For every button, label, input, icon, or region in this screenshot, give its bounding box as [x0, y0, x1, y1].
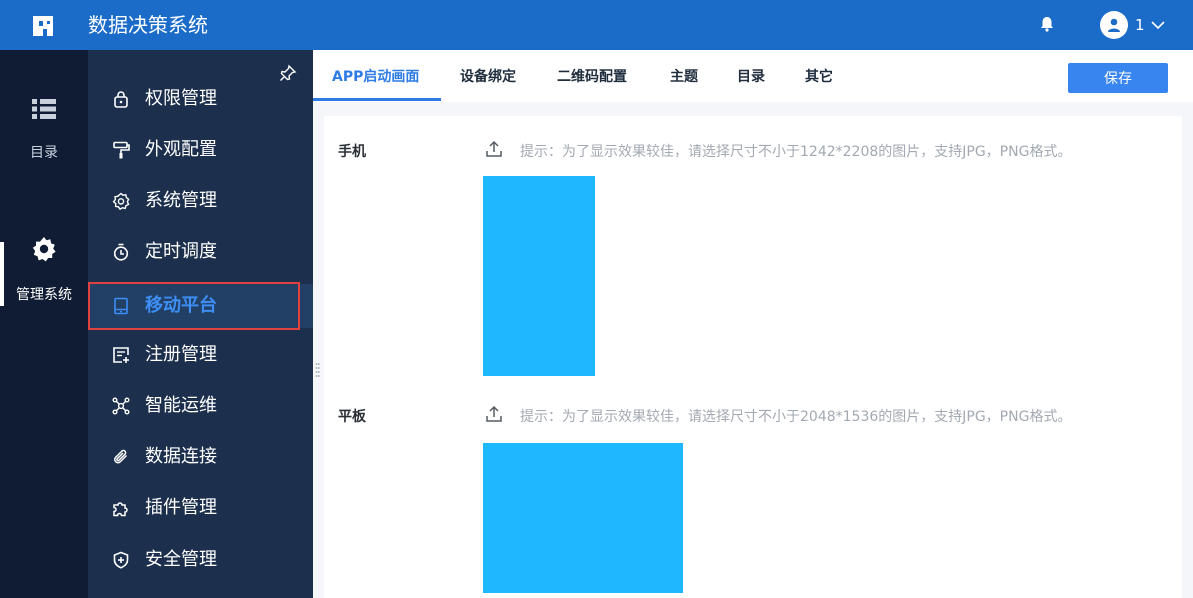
sidebar-item-ops[interactable]: 智能运维 — [88, 384, 313, 428]
user-avatar[interactable] — [1100, 11, 1128, 39]
sidebar-item-label: 外观配置 — [145, 139, 217, 160]
rail-item-catalog[interactable]: 目录 — [0, 98, 88, 162]
sidebar-item-registration[interactable]: 注册管理 — [88, 333, 313, 377]
upload-icon[interactable] — [485, 140, 503, 158]
app-title: 数据决策系统 — [88, 13, 208, 37]
sidebar-item-label: 智能运维 — [145, 395, 217, 416]
sidebar-item-label: 系统管理 — [145, 190, 217, 211]
sidebar-item-label: 插件管理 — [145, 497, 217, 518]
tab-bar: APP启动画面 设备绑定 二维码配置 主题 目录 其它 保存 — [313, 50, 1193, 102]
user-name[interactable]: 1 — [1135, 15, 1145, 35]
bell-icon[interactable] — [1038, 15, 1056, 33]
sidebar-item-label: 权限管理 — [145, 88, 217, 109]
upload-icon[interactable] — [485, 405, 503, 423]
stopwatch-icon — [113, 243, 129, 261]
lock-icon — [114, 91, 128, 108]
rail-item-label: 管理系统 — [16, 287, 72, 303]
save-button[interactable]: 保存 — [1068, 63, 1168, 93]
chevron-down-icon[interactable] — [1150, 17, 1166, 33]
user-icon — [1108, 18, 1120, 32]
sidebar-item-label: 定时调度 — [145, 241, 217, 262]
sidebar-item-appearance[interactable]: 外观配置 — [88, 128, 313, 172]
shield-icon — [113, 551, 129, 569]
selection-highlight-box — [88, 282, 300, 330]
tab-app-launch-screen[interactable]: APP启动画面 — [332, 68, 419, 86]
sidebar-item-scheduler[interactable]: 定时调度 — [88, 230, 313, 274]
sidebar-item-plugins[interactable]: 插件管理 — [88, 486, 313, 530]
tab-device-binding[interactable]: 设备绑定 — [460, 68, 516, 86]
sidebar-item-system[interactable]: 系统管理 — [88, 179, 313, 223]
phone-label: 手机 — [338, 144, 366, 160]
sidebar-item-label: 安全管理 — [145, 549, 217, 570]
paint-roller-icon — [113, 141, 130, 159]
tab-catalog[interactable]: 目录 — [737, 68, 765, 86]
register-icon — [113, 347, 129, 363]
app-logo — [33, 16, 53, 36]
primary-nav: 目录 管理系统 — [0, 50, 88, 598]
tablet-size-hint: 提示：为了显示效果较佳，请选择尺寸不小于2048*1536的图片，支持JPG，P… — [520, 409, 1072, 425]
tab-other[interactable]: 其它 — [805, 68, 833, 86]
top-bar: 数据决策系统 1 — [0, 0, 1193, 50]
rail-item-admin[interactable]: 管理系统 — [0, 236, 88, 304]
sidebar-item-data-connection[interactable]: 数据连接 — [88, 435, 313, 479]
tab-theme[interactable]: 主题 — [670, 68, 698, 86]
sidebar-item-permissions[interactable]: 权限管理 — [88, 77, 313, 121]
settings-icon — [112, 192, 130, 210]
sidebar-item-label: 注册管理 — [145, 344, 217, 365]
tablet-preview-image[interactable] — [483, 443, 683, 593]
rail-item-label: 目录 — [30, 145, 58, 161]
network-icon — [112, 397, 130, 415]
resize-handle[interactable] — [315, 362, 320, 380]
phone-size-hint: 提示：为了显示效果较佳，请选择尺寸不小于1242*2208的图片，支持JPG，P… — [520, 144, 1072, 160]
active-tab-indicator — [313, 98, 441, 101]
list-icon — [32, 99, 56, 119]
phone-preview-image[interactable] — [483, 176, 595, 376]
tab-qrcode-config[interactable]: 二维码配置 — [557, 68, 627, 86]
gear-icon — [32, 237, 56, 262]
sidebar-item-security[interactable]: 安全管理 — [88, 538, 313, 582]
sidebar-item-label: 数据连接 — [145, 446, 217, 467]
launch-screen-panel: 手机 提示：为了显示效果较佳，请选择尺寸不小于1242*2208的图片，支持JP… — [324, 116, 1182, 598]
puzzle-icon — [113, 502, 128, 517]
tablet-label: 平板 — [338, 409, 366, 425]
sidebar: 权限管理 外观配置 系统管理 定时调度 移动平台 注册管理 智能运维 数据连接 … — [88, 50, 313, 598]
paperclip-icon — [114, 449, 128, 464]
